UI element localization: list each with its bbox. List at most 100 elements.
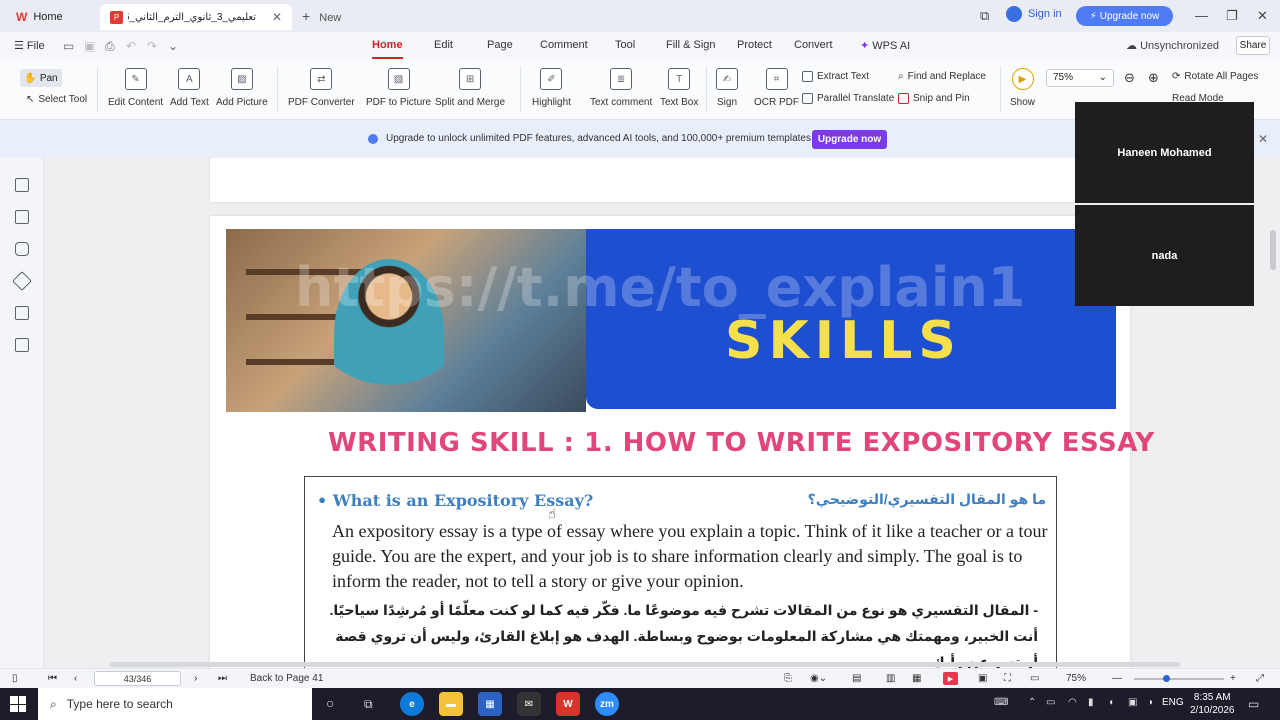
language-indicator[interactable]: ENG	[1162, 697, 1184, 708]
record-icon[interactable]: ▶	[943, 672, 958, 685]
thumbnail-icon[interactable]	[15, 210, 29, 224]
restore-icon[interactable]: ❐	[1226, 8, 1238, 24]
task-view-icon[interactable]: ⧉	[364, 697, 373, 712]
close-banner-icon[interactable]: ✕	[1258, 132, 1268, 146]
zoom-minus-icon[interactable]: —	[1112, 673, 1122, 684]
select-tool-button[interactable]: ↖ Select Tool	[26, 94, 87, 105]
sync-status[interactable]: ☁ Unsynchronized	[1126, 39, 1219, 52]
text-box-button[interactable]: T Text Box	[660, 68, 698, 108]
comment-toggle-icon[interactable]: ▭	[1030, 673, 1039, 684]
menu-comment[interactable]: Comment	[540, 39, 588, 51]
sidebar-toggle-icon[interactable]: ▯	[12, 673, 18, 684]
zoom-slider-handle[interactable]	[1163, 675, 1170, 682]
eye-icon[interactable]: ◉⌄	[810, 673, 827, 684]
snip-pin-button[interactable]: Snip and Pin	[898, 93, 970, 104]
edge-icon[interactable]: e	[400, 692, 424, 716]
zoom-out-icon[interactable]: ⊖	[1124, 70, 1135, 86]
taskbar-search[interactable]: ⌕ Type here to search	[38, 688, 312, 720]
zoom-app-icon[interactable]: zm	[595, 692, 619, 716]
keyboard-icon[interactable]: ⌨	[994, 697, 1008, 708]
zoom-slider[interactable]	[1134, 678, 1224, 680]
save-icon[interactable]: ▣	[84, 39, 95, 53]
first-page-icon[interactable]: ⏮	[48, 673, 57, 684]
minimize-icon[interactable]: —	[1195, 8, 1208, 23]
speaker-icon[interactable]: ◗	[1148, 697, 1154, 708]
zoom-in-icon[interactable]: ⊕	[1148, 70, 1159, 86]
window-layout-icon[interactable]: ⧉	[980, 8, 989, 24]
add-text-button[interactable]: A Add Text	[170, 68, 209, 108]
file-explorer-icon[interactable]: ▬	[439, 692, 463, 716]
menu-home[interactable]: Home	[372, 39, 403, 59]
bookmark-icon[interactable]	[15, 178, 29, 192]
print-icon[interactable]: ⎙	[105, 39, 115, 54]
close-window-icon[interactable]: ✕	[1257, 8, 1268, 24]
pan-tool-button[interactable]: ✋ Pan	[20, 69, 62, 87]
prev-page-icon[interactable]: ‹	[74, 673, 77, 684]
horizontal-scrollbar[interactable]	[110, 662, 1180, 667]
menu-fill-sign[interactable]: Fill & Sign	[666, 39, 716, 51]
highlight-button[interactable]: ✐ Highlight	[532, 68, 571, 108]
fullscreen-icon[interactable]: ⛶	[1004, 673, 1011, 684]
file-menu[interactable]: ☰ File	[14, 39, 45, 52]
menu-convert[interactable]: Convert	[794, 39, 833, 51]
continuous-icon[interactable]: ▥	[886, 673, 895, 684]
notification-icon[interactable]: ▭	[1248, 697, 1259, 711]
expand-icon[interactable]: ⤢	[1256, 673, 1264, 684]
video-tile-participant2[interactable]: nada	[1075, 205, 1254, 306]
extract-text-button[interactable]: Extract Text	[802, 71, 869, 82]
pdf-converter-button[interactable]: ⇄ PDF Converter	[288, 68, 355, 108]
wps-taskbar-icon[interactable]: W	[556, 692, 580, 716]
network-icon[interactable]: ▭	[1046, 697, 1055, 708]
cortana-icon[interactable]: ○	[326, 695, 334, 711]
show-hidden-icon[interactable]: ⌃	[1028, 697, 1036, 708]
signature-panel-icon[interactable]	[15, 306, 29, 320]
menu-page[interactable]: Page	[487, 39, 513, 51]
back-to-page-link[interactable]: Back to Page 41	[250, 673, 323, 684]
upgrade-now-button[interactable]: ⚡ Upgrade now	[1076, 6, 1173, 26]
last-page-icon[interactable]: ⏭	[218, 673, 227, 684]
mail-icon[interactable]: ✉	[517, 692, 541, 716]
menu-edit[interactable]: Edit	[434, 39, 453, 51]
split-merge-button[interactable]: ⊞ Split and Merge	[435, 68, 505, 108]
menu-tool[interactable]: Tool	[615, 39, 635, 51]
two-page-icon[interactable]: ▦	[912, 673, 921, 684]
menu-protect[interactable]: Protect	[737, 39, 772, 51]
grid-view-icon[interactable]: ▣	[978, 673, 987, 684]
undo-icon[interactable]: ↶	[126, 39, 136, 53]
rotate-all-button[interactable]: ⟳ Rotate All Pages	[1172, 71, 1258, 82]
single-page-icon[interactable]: ▤	[852, 673, 861, 684]
parallel-translate-button[interactable]: Parallel Translate	[802, 93, 894, 104]
tab-document[interactable]: P تعليمي_3_ثانوي_الترم_الثاني_2026 ✕	[100, 4, 292, 30]
volume-icon[interactable]: ◖	[1108, 697, 1114, 708]
open-folder-icon[interactable]: ▭	[63, 39, 74, 53]
zoom-select[interactable]: 75% ⌄	[1046, 69, 1114, 87]
add-picture-button[interactable]: ▨ Add Picture	[216, 68, 268, 108]
next-page-icon[interactable]: ›	[194, 673, 197, 684]
close-tab-icon[interactable]: ✕	[272, 10, 282, 24]
edit-content-button[interactable]: ✎ Edit Content	[108, 68, 163, 108]
status-zoom[interactable]: 75%	[1066, 673, 1086, 684]
video-tile-participant1[interactable]: Haneen Mohamed	[1075, 102, 1254, 203]
attachment-icon[interactable]	[12, 271, 32, 291]
menu-wps-ai[interactable]: ✦ WPS AI	[860, 39, 910, 52]
battery-icon[interactable]: ▮	[1088, 697, 1094, 708]
new-tab-button[interactable]: + New	[302, 8, 341, 24]
banner-upgrade-button[interactable]: Upgrade now	[812, 130, 887, 149]
layers-icon[interactable]	[15, 338, 29, 352]
zoom-plus-icon[interactable]: +	[1230, 673, 1236, 684]
chevron-down-icon[interactable]: ⌄	[168, 39, 178, 53]
redo-icon[interactable]: ↷	[147, 39, 157, 53]
comment-panel-icon[interactable]	[15, 242, 29, 256]
page-number-input[interactable]: 43/346	[94, 671, 181, 686]
store-icon[interactable]: ▦	[478, 692, 502, 716]
windows-start-icon[interactable]	[10, 696, 26, 712]
sign-button[interactable]: ✍ Sign	[716, 68, 738, 108]
text-comment-button[interactable]: ≣ Text comment	[590, 68, 652, 108]
show-button[interactable]: ▶ Show	[1010, 68, 1035, 108]
sign-in-button[interactable]: Sign in	[1006, 6, 1062, 22]
wifi-icon[interactable]: ◠	[1068, 697, 1077, 708]
find-replace-button[interactable]: ⌕ Find and Replace	[898, 71, 986, 82]
meeting-icon[interactable]: ▣	[1128, 697, 1137, 708]
clock[interactable]: 8:35 AM 2/10/2026	[1190, 691, 1235, 717]
share-button[interactable]: Share	[1236, 36, 1270, 55]
